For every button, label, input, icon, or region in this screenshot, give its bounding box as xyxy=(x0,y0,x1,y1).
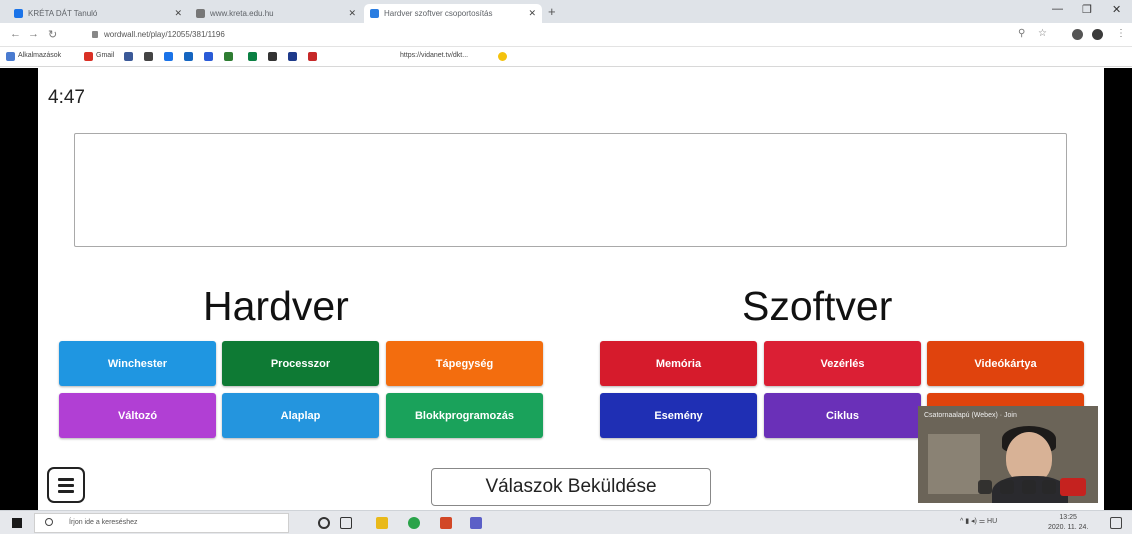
bookmark-link[interactable]: https://vidanet.tv/dkt... xyxy=(400,52,468,59)
menu-line xyxy=(58,490,74,493)
hang-up-button[interactable] xyxy=(1060,478,1086,496)
browser-tab-1[interactable]: KRÉTA DÁT Tanuló ✕ xyxy=(8,4,188,23)
youtube-icon[interactable] xyxy=(308,52,317,61)
notifications-icon[interactable] xyxy=(1110,517,1122,529)
menu-line xyxy=(58,478,74,481)
close-window-icon[interactable]: ✕ xyxy=(1112,3,1121,16)
tile-memoria[interactable]: Memória xyxy=(600,341,757,386)
taskbar-search-box[interactable]: Írjon ide a kereséshez xyxy=(34,513,289,533)
close-tab-icon[interactable]: ✕ xyxy=(528,8,536,19)
answer-drop-area[interactable] xyxy=(74,133,1067,247)
bookmark-icon[interactable] xyxy=(204,52,213,61)
forward-icon[interactable]: → xyxy=(28,28,39,40)
tab-favicon-icon xyxy=(14,9,23,18)
left-black-margin xyxy=(0,68,38,510)
right-black-margin xyxy=(1104,68,1132,510)
background-shelf xyxy=(928,434,980,494)
close-tab-icon[interactable]: ✕ xyxy=(174,8,182,19)
browser-tab-bar: KRÉTA DÁT Tanuló ✕ www.kreta.edu.hu ✕ Ha… xyxy=(0,0,1132,23)
minimize-icon[interactable]: — xyxy=(1052,3,1063,15)
apps-icon[interactable] xyxy=(6,52,15,61)
extension-icon[interactable] xyxy=(1072,29,1083,40)
cortana-icon[interactable] xyxy=(318,517,330,529)
more-options-icon[interactable] xyxy=(1042,480,1056,494)
tab-favicon-icon xyxy=(196,9,205,18)
bookmark-icon[interactable] xyxy=(498,52,507,61)
task-view-icon[interactable] xyxy=(340,517,352,529)
bookmark-star-icon[interactable]: ☆ xyxy=(1038,28,1047,39)
tile-alaplap[interactable]: Alaplap xyxy=(222,393,379,438)
video-call-title: Csatornaalapú (Webex) · Join xyxy=(924,412,1017,419)
bookmark-icon[interactable] xyxy=(288,52,297,61)
windows-start-icon[interactable] xyxy=(12,518,22,528)
clock-time: 13:25 xyxy=(1059,514,1077,521)
menu-line xyxy=(58,484,74,487)
bookmarks-bar: Alkalmazások Gmail https://vidanet.tv/dk… xyxy=(0,47,1132,67)
countdown-timer: 4:47 xyxy=(48,87,85,108)
bookmark-apps[interactable]: Alkalmazások xyxy=(18,52,61,59)
address-bar[interactable]: wordwall.net/play/12055/381/1196 xyxy=(92,30,225,39)
tile-blokkprogramozas[interactable]: Blokkprogramozás xyxy=(386,393,543,438)
tab-title: www.kreta.edu.hu xyxy=(210,9,274,18)
reload-icon[interactable]: ↻ xyxy=(48,28,57,41)
bookmark-icon[interactable] xyxy=(224,52,233,61)
back-icon[interactable]: ← xyxy=(10,28,21,40)
profile-avatar-icon[interactable] xyxy=(1092,29,1103,40)
tray-clock[interactable]: 13:25 2020. 11. 24. xyxy=(1048,513,1088,533)
browser-tab-2[interactable]: www.kreta.edu.hu ✕ xyxy=(190,4,362,23)
chrome-icon[interactable] xyxy=(408,517,420,529)
url-text: wordwall.net/play/12055/381/1196 xyxy=(104,30,225,39)
tile-processzor[interactable]: Processzor xyxy=(222,341,379,386)
bookmark-icon[interactable] xyxy=(124,52,133,61)
bookmark-icon[interactable] xyxy=(184,52,193,61)
tab-favicon-icon xyxy=(370,9,379,18)
tile-valtozo[interactable]: Változó xyxy=(59,393,216,438)
bookmark-icon[interactable] xyxy=(268,52,277,61)
camera-toggle-icon[interactable] xyxy=(978,480,992,494)
tab-title: Hardver szoftver csoportosítás xyxy=(384,9,493,18)
tile-ciklus[interactable]: Ciklus xyxy=(764,393,921,438)
bookmark-icon[interactable] xyxy=(164,52,173,61)
bookmark-icon[interactable] xyxy=(248,52,257,61)
search-icon xyxy=(45,518,53,526)
hamburger-menu-button[interactable] xyxy=(47,467,85,503)
tile-videokartya[interactable]: Videókártya xyxy=(927,341,1084,386)
screen-share-icon[interactable] xyxy=(1022,480,1036,494)
powerpoint-icon[interactable] xyxy=(440,517,452,529)
taskbar-search-placeholder: Írjon ide a kereséshez xyxy=(69,519,138,526)
menu-dots-icon[interactable]: ⋮ xyxy=(1116,28,1126,39)
gmail-icon[interactable] xyxy=(84,52,93,61)
mic-toggle-icon[interactable] xyxy=(1000,480,1014,494)
close-tab-icon[interactable]: ✕ xyxy=(348,8,356,19)
browser-tab-3[interactable]: Hardver szoftver csoportosítás ✕ xyxy=(364,4,542,23)
tile-winchester[interactable]: Winchester xyxy=(59,341,216,386)
new-tab-icon[interactable]: + xyxy=(548,4,556,19)
file-explorer-icon[interactable] xyxy=(376,517,388,529)
bookmark-icon[interactable] xyxy=(144,52,153,61)
zoom-icon[interactable]: ⚲ xyxy=(1018,28,1025,39)
clock-date: 2020. 11. 24. xyxy=(1048,524,1089,531)
submit-answers-button[interactable]: Válaszok Beküldése xyxy=(431,468,711,506)
browser-toolbar: ← → ↻ wordwall.net/play/12055/381/1196 ⚲… xyxy=(0,23,1132,47)
group-title-hardver: Hardver xyxy=(203,283,349,329)
windows-taskbar: Írjon ide a kereséshez ^ ▮ ◂) ⚌ HU 13:25… xyxy=(0,510,1132,534)
group-title-szoftver: Szoftver xyxy=(742,283,893,329)
tile-esemeny[interactable]: Esemény xyxy=(600,393,757,438)
teams-icon[interactable] xyxy=(470,517,482,529)
bookmark-gmail[interactable]: Gmail xyxy=(96,52,114,59)
tray-icons[interactable]: ^ ▮ ◂) ⚌ HU xyxy=(960,517,997,525)
tile-vezerles[interactable]: Vezérlés xyxy=(764,341,921,386)
tab-title: KRÉTA DÁT Tanuló xyxy=(28,9,98,18)
lock-icon xyxy=(92,31,98,38)
maximize-icon[interactable]: ❐ xyxy=(1082,3,1092,16)
video-call-window[interactable]: Csatornaalapú (Webex) · Join xyxy=(918,406,1098,503)
tile-tapegyseg[interactable]: Tápegység xyxy=(386,341,543,386)
